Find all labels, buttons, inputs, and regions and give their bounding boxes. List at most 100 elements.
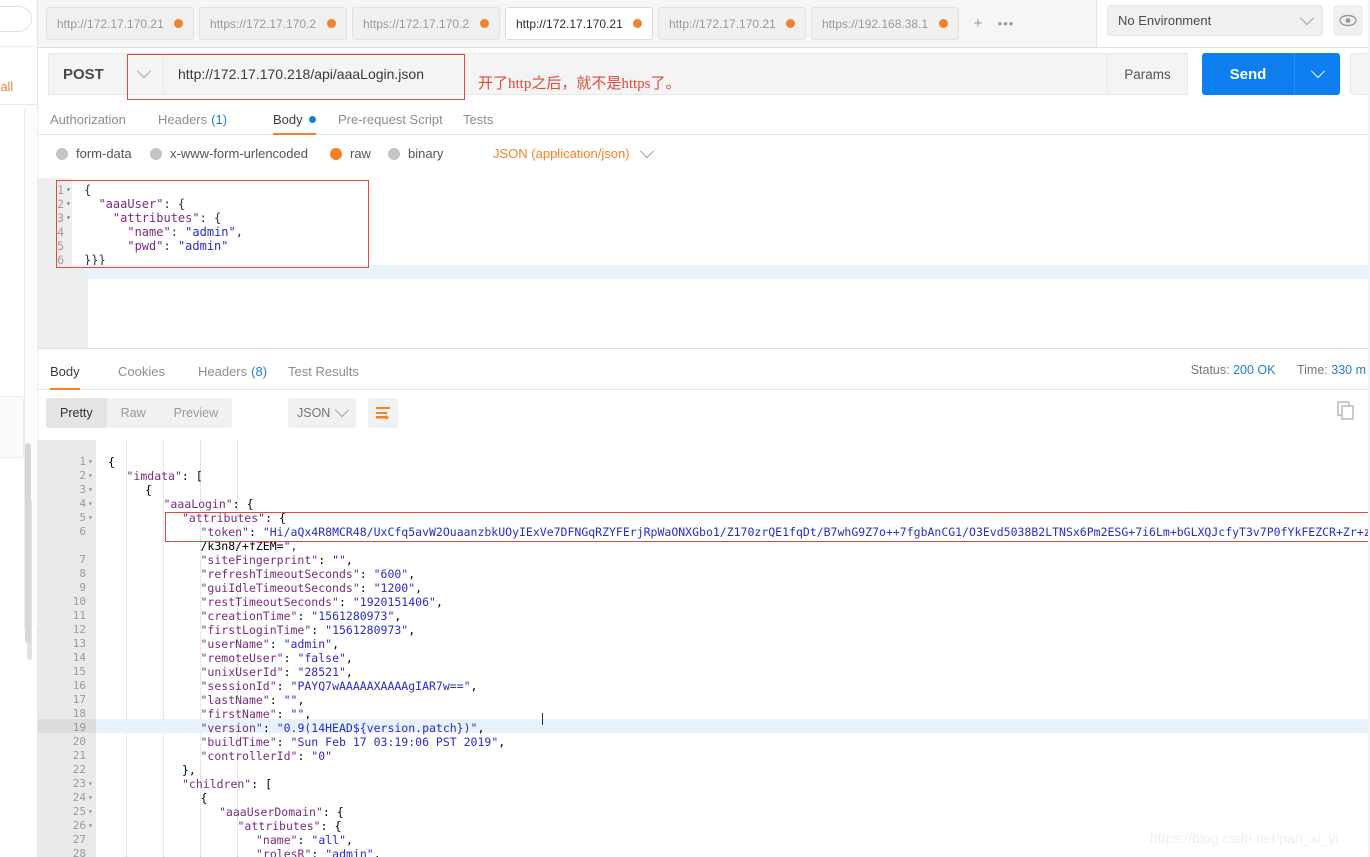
tab-label: Tests [463, 112, 494, 127]
send-options-button[interactable] [1294, 53, 1340, 95]
sidebar-search-box[interactable] [0, 6, 32, 32]
line-number: 22 [72, 763, 86, 776]
params-button[interactable]: Params [1108, 53, 1188, 95]
unsaved-indicator-icon [633, 19, 642, 28]
code-line: 22}, [38, 763, 1370, 777]
fold-toggle-icon[interactable]: ▾ [66, 183, 74, 197]
request-tab-pre-request-script[interactable]: Pre-request Script [338, 104, 443, 135]
view-mode-preview[interactable]: Preview [160, 398, 232, 428]
status-label: Status: [1190, 363, 1230, 377]
code-line: 1 ▾ { [38, 455, 1370, 469]
fold-toggle-icon[interactable]: ▾ [88, 497, 96, 511]
fold-toggle-icon[interactable]: ▾ [88, 819, 96, 833]
request-tab-body[interactable]: Body [273, 104, 316, 135]
request-tab-label: https://192.168.38.1 [822, 16, 929, 31]
eye-icon [1339, 14, 1357, 27]
new-tab-button[interactable]: + [964, 7, 992, 40]
request-body-editor[interactable]: 1 ▾{2 ▾ "aaaUser": {3 ▾ "attributes": {4 "n… [38, 178, 1370, 348]
request-tab-authorization[interactable]: Authorization [50, 104, 126, 135]
code-line: 10 "restTimeoutSeconds": "1920151406", [38, 595, 1370, 609]
view-mode-raw[interactable]: Raw [107, 398, 160, 428]
response-format-selector[interactable]: JSON [288, 398, 356, 428]
request-tab-5[interactable]: https://192.168.38.1 [811, 7, 959, 40]
sidebar-clear-all-link[interactable]: ar all [0, 80, 38, 94]
fold-toggle-icon[interactable]: ▾ [66, 197, 74, 211]
response-view-mode-group: Pretty Raw Preview [46, 398, 233, 428]
response-tab-body[interactable]: Body [50, 352, 80, 390]
chevron-down-icon [1310, 64, 1325, 79]
fold-toggle-icon[interactable]: ▾ [88, 511, 96, 525]
save-button[interactable]: Save [1350, 53, 1370, 95]
copy-response-button[interactable] [1336, 400, 1362, 426]
code-line: 11 "creationTime": "1561280973", [38, 609, 1370, 623]
request-tab-2[interactable]: https://172.17.170.2 [352, 7, 500, 40]
code-line: 9 "guiIdleTimeoutSeconds": "1200", [38, 581, 1370, 595]
request-tab-label: https://172.17.170.2 [210, 16, 317, 31]
request-tab-1[interactable]: https://172.17.170.2 [199, 7, 347, 40]
code-line: 3 ▾ { [38, 483, 1370, 497]
body-type-form-data[interactable]: form-data [56, 146, 132, 161]
tab-more-button[interactable]: ••• [992, 7, 1020, 40]
request-tab-3[interactable]: http://172.17.170.21 [505, 7, 653, 40]
body-type-x-www-form-urlencoded[interactable]: x-www-form-urlencoded [150, 146, 308, 161]
word-wrap-button[interactable] [368, 398, 398, 428]
code-text: { [84, 183, 92, 197]
code-line: /k3n8/+fZEM=", [38, 539, 1370, 553]
body-type-raw[interactable]: raw [330, 146, 371, 161]
fold-toggle-icon[interactable]: ▾ [88, 791, 96, 805]
response-body-editor[interactable]: 1 ▾{2 ▾ "imdata": [3 ▾{4 ▾ "aaaLogin": {5 ▾ "att… [38, 440, 1370, 857]
view-mode-pretty[interactable]: Pretty [46, 398, 107, 428]
code-line: 13 "userName": "admin", [38, 637, 1370, 651]
request-tab-label: http://172.17.170.21 [669, 16, 776, 31]
request-tab-tests[interactable]: Tests [463, 104, 493, 135]
line-number: 15 [72, 665, 86, 678]
unsaved-indicator-icon [327, 19, 336, 28]
code-text: "imdata": [ [126, 469, 203, 483]
text-cursor [542, 713, 543, 725]
send-button[interactable]: Send [1202, 53, 1294, 95]
code-text: "aaaUser": { [98, 197, 186, 211]
request-tab-headers[interactable]: Headers (1) [158, 104, 227, 135]
code-line: 6 "token": "Hi/aQx4R8MCR48/UxCfq5avW2Ouaa… [38, 525, 1370, 539]
fold-toggle-icon[interactable]: ▾ [88, 777, 96, 791]
code-line: 23 ▾ "children": [ [38, 777, 1370, 791]
body-type-binary[interactable]: binary [388, 146, 443, 161]
word-wrap-icon [376, 407, 390, 420]
response-tab-test-results[interactable]: Test Results [288, 352, 359, 390]
body-type-label: raw [350, 146, 371, 161]
line-number: 4 [57, 225, 64, 239]
line-number: 6 [79, 525, 86, 538]
content-type-selector[interactable]: JSON (application/json) [493, 143, 654, 161]
response-scrollbar[interactable] [25, 443, 31, 643]
fold-toggle-icon[interactable]: ▾ [88, 483, 96, 497]
http-method-selector[interactable]: POST [48, 53, 163, 95]
code-text: /k3n8/+fZEM=", [200, 539, 298, 553]
line-number: 5 [57, 239, 64, 253]
request-tab-0[interactable]: http://172.17.170.21 [46, 7, 194, 40]
code-line: 4 "name": "admin", [38, 225, 1370, 239]
fold-toggle-icon[interactable]: ▾ [88, 805, 96, 819]
sidebar-drag-handle[interactable] [0, 396, 24, 458]
line-number: 25 [72, 805, 86, 818]
line-number: 14 [72, 651, 86, 664]
line-number: 11 [72, 609, 86, 622]
fold-toggle-icon[interactable]: ▾ [88, 469, 96, 483]
tab-count: (1) [211, 112, 228, 127]
fold-toggle-icon[interactable]: ▾ [88, 455, 96, 469]
http-method-label: POST [63, 65, 104, 83]
status-value: 200 OK [1233, 363, 1276, 377]
unsaved-indicator-icon [174, 19, 183, 28]
fold-toggle-icon[interactable]: ▾ [66, 211, 74, 225]
code-line: 20 "buildTime": "Sun Feb 17 03:19:06 PST … [38, 735, 1370, 749]
code-text: "pwd": "admin" [127, 239, 229, 253]
response-tab-headers[interactable]: Headers (8) [198, 352, 267, 390]
environment-bar: No Environment [1096, 0, 1370, 48]
body-type-label: x-www-form-urlencoded [170, 146, 308, 161]
environment-quick-look-button[interactable] [1333, 5, 1363, 36]
unsaved-indicator-icon [480, 19, 489, 28]
environment-selector[interactable]: No Environment [1107, 5, 1323, 36]
response-tab-cookies[interactable]: Cookies [118, 352, 165, 390]
line-number: 26 [72, 819, 86, 832]
tab-label: Cookies [118, 363, 165, 379]
request-tab-4[interactable]: http://172.17.170.21 [658, 7, 806, 40]
